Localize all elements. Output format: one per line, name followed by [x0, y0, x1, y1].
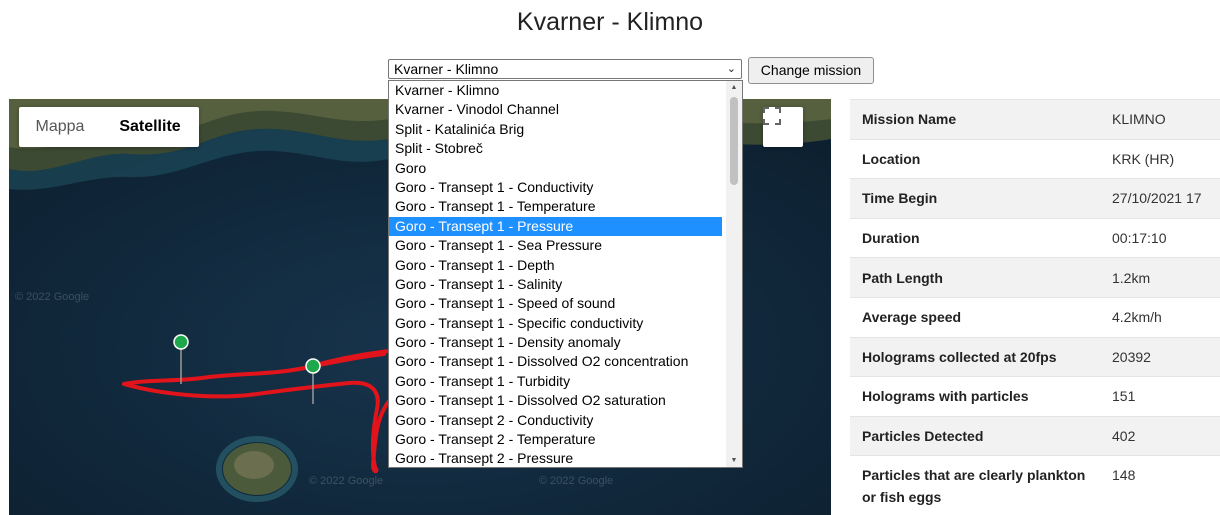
dropdown-option[interactable]: Goro - Transept 2 - Pressure	[389, 449, 722, 467]
info-row: Path Length 1.2km	[850, 257, 1220, 298]
info-label: Holograms collected at 20fps	[850, 336, 1100, 377]
dropdown-option[interactable]: Goro - Transept 1 - Salinity	[389, 275, 722, 294]
dropdown-option[interactable]: Goro - Transept 1 - Specific conductivit…	[389, 314, 722, 333]
info-label: Mission Name	[850, 99, 1100, 140]
info-value: 00:17:10	[1100, 217, 1220, 258]
info-label: Particles that are clearly plankton or f…	[850, 455, 1100, 509]
scrollbar-thumb[interactable]	[730, 97, 738, 185]
dropdown-option[interactable]: Split - Katalinića Brig	[389, 120, 722, 139]
map-watermark: © 2022 Google	[539, 475, 614, 487]
map-type-satellite-button[interactable]: Satellite	[101, 107, 199, 147]
info-row: Particles that are clearly plankton or f…	[850, 455, 1220, 509]
dropdown-option[interactable]: Goro - Transept 1 - Turbidity	[389, 372, 722, 391]
dropdown-option[interactable]: Goro - Transept 1 - Sea Pressure	[389, 236, 722, 255]
dropdown-scrollbar[interactable]: ▲ ▼	[726, 81, 742, 467]
dropdown-option[interactable]: Goro - Transept 1 - Conductivity	[389, 178, 722, 197]
dropdown-option[interactable]: Goro - Transept 1 - Dissolved O2 saturat…	[389, 391, 722, 410]
dropdown-option[interactable]: Kvarner - Klimno	[389, 81, 722, 100]
info-value: 402	[1100, 415, 1220, 456]
dropdown-option[interactable]: Goro - Transept 1 - Speed of sound	[389, 294, 722, 313]
map-type-mappa-button[interactable]: Mappa	[19, 107, 101, 147]
map-type-control: Mappa Satellite	[19, 107, 199, 147]
map-watermark: © 2022 Google	[15, 291, 90, 303]
info-value: 151	[1100, 376, 1220, 417]
scroll-up-icon[interactable]: ▲	[726, 84, 742, 91]
dropdown-option[interactable]: Goro - Transept 1 - Density anomaly	[389, 333, 722, 352]
dropdown-option[interactable]: Goro - Transept 1 - Temperature	[389, 197, 722, 216]
info-value: 1.2km	[1100, 257, 1220, 298]
mission-select-value: Kvarner - Klimno	[394, 61, 499, 77]
info-value: 27/10/2021 17	[1100, 178, 1220, 219]
info-label: Holograms with particles	[850, 376, 1100, 417]
dropdown-option[interactable]: Split - Stobreč	[389, 139, 722, 158]
dropdown-option[interactable]: Goro - Transept 1 - Depth	[389, 256, 722, 275]
dropdown-option[interactable]: Goro - Transept 1 - Dissolved O2 concent…	[389, 352, 722, 371]
info-label: Duration	[850, 217, 1100, 258]
info-row: Mission Name KLIMNO	[850, 99, 1220, 140]
mission-select[interactable]: Kvarner - Klimno ⌄	[388, 59, 742, 79]
info-row: Location KRK (HR)	[850, 138, 1220, 179]
scroll-down-icon[interactable]: ▼	[726, 457, 742, 464]
mission-info-table: Mission Name KLIMNO Location KRK (HR) Time B…	[850, 99, 1220, 509]
info-value: 4.2km/h	[1100, 296, 1220, 338]
dropdown-option[interactable]: Goro - Transept 1 - Pressure	[389, 216, 722, 237]
info-label: Particles Detected	[850, 415, 1100, 456]
chevron-down-icon: ⌄	[726, 63, 736, 75]
info-label: Location	[850, 138, 1100, 179]
info-label: Average speed	[850, 296, 1100, 338]
info-value: KLIMNO	[1100, 99, 1220, 140]
info-value: 148	[1100, 455, 1220, 509]
page-title: Kvarner - Klimno	[516, 8, 704, 36]
info-row: Time Begin 27/10/2021 17	[850, 178, 1220, 219]
info-value: 20392	[1100, 336, 1220, 377]
change-mission-button[interactable]: Change mission	[748, 57, 874, 84]
info-row: Average speed 4.2km/h	[850, 296, 1220, 338]
info-row: Holograms collected at 20fps 20392	[850, 336, 1220, 377]
mission-dropdown-list[interactable]: Kvarner - Klimno Kvarner - Vinodol Channe…	[388, 80, 743, 468]
info-label: Path Length	[850, 257, 1100, 298]
map-watermark: © 2022 Google	[309, 475, 384, 487]
dropdown-option[interactable]: Goro	[389, 159, 722, 178]
fullscreen-icon	[763, 107, 781, 125]
info-row: Holograms with particles 151	[850, 376, 1220, 417]
info-value: KRK (HR)	[1100, 138, 1220, 179]
info-row: Particles Detected 402	[850, 415, 1220, 456]
info-row: Duration 00:17:10	[850, 217, 1220, 258]
fullscreen-button[interactable]	[763, 107, 803, 147]
dropdown-option[interactable]: Goro - Transept 2 - Conductivity	[389, 411, 722, 430]
info-label: Time Begin	[850, 178, 1100, 219]
dropdown-option[interactable]: Goro - Transept 2 - Temperature	[389, 430, 722, 449]
dropdown-option[interactable]: Kvarner - Vinodol Channel	[389, 100, 722, 119]
